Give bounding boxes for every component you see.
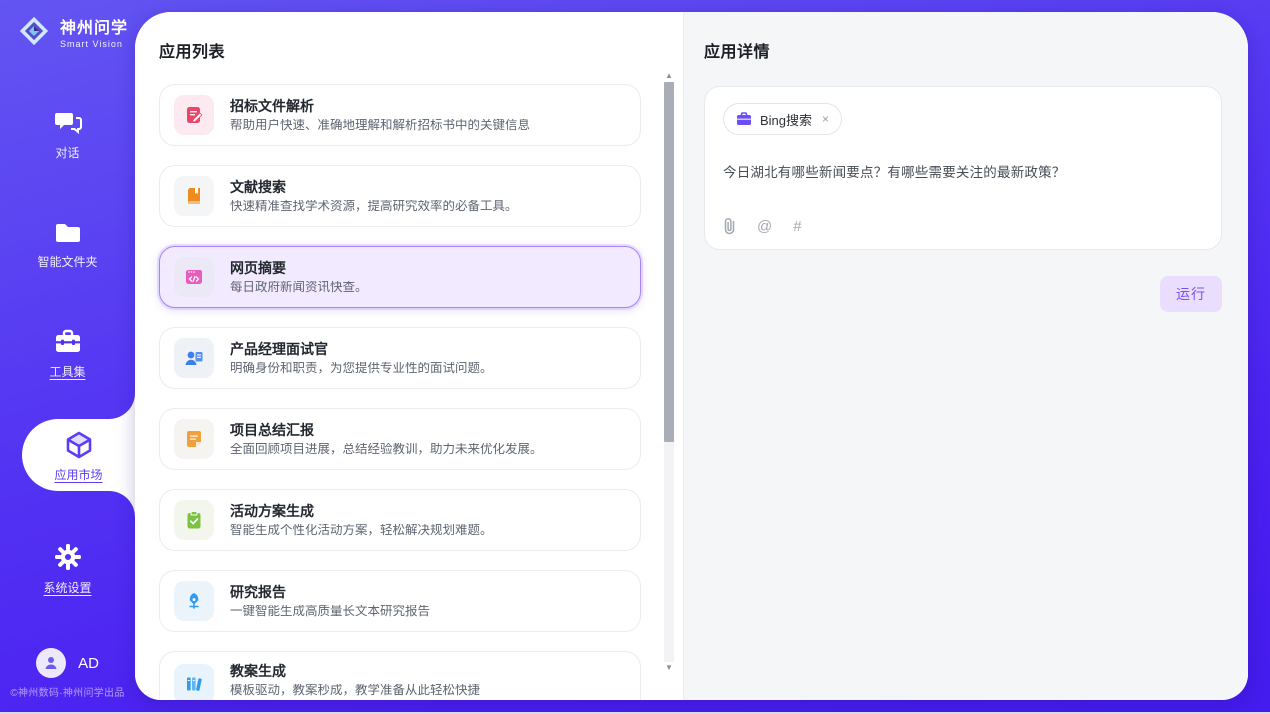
app-card-title: 活动方案生成 xyxy=(230,504,493,518)
scrollbar-up-icon[interactable]: ▲ xyxy=(663,70,675,82)
app-window: 神州问学 Smart Vision 对话 智能文件夹 xyxy=(0,0,1270,714)
list-scrollbar[interactable]: ▲ ▼ xyxy=(663,70,675,674)
gear-icon xyxy=(54,543,82,571)
app-card-title: 文献搜索 xyxy=(230,180,518,194)
app-card-desc: 全面回顾项目进展，总结经验教训，助力未来优化发展。 xyxy=(230,443,543,456)
hash-icon[interactable]: # xyxy=(793,218,801,235)
sidebar: 神州问学 Smart Vision 对话 智能文件夹 xyxy=(0,0,135,712)
scrollbar-thumb[interactable] xyxy=(664,82,674,442)
person-doc-icon xyxy=(174,338,214,378)
app-card-research-report[interactable]: 研究报告 一键智能生成高质量长文本研究报告 xyxy=(159,570,641,632)
user-name: AD xyxy=(78,655,99,672)
person-icon xyxy=(43,655,59,671)
chip-close-icon[interactable]: × xyxy=(822,112,829,126)
ink-pen-icon xyxy=(174,581,214,621)
app-card-event-plan[interactable]: 活动方案生成 智能生成个性化活动方案，轻松解决规划难题。 xyxy=(159,489,641,551)
app-list-title: 应用列表 xyxy=(159,38,641,62)
run-button[interactable]: 运行 xyxy=(1160,276,1222,312)
at-icon[interactable]: @ xyxy=(757,218,772,235)
bubble-notch-bottom xyxy=(109,491,135,517)
app-list-panel: 应用列表 招标文件解析 帮助用户快速、准确地理解和解析招标书中的关键信息 文献搜… xyxy=(135,12,683,700)
tool-chip-label: Bing搜索 xyxy=(760,110,812,129)
paperclip-icon[interactable] xyxy=(723,217,736,235)
sidebar-item-chat[interactable]: 对话 xyxy=(0,110,135,161)
app-card-bid-doc-parse[interactable]: 招标文件解析 帮助用户快速、准确地理解和解析招标书中的关键信息 xyxy=(159,84,641,146)
app-card-project-summary[interactable]: 项目总结汇报 全面回顾项目进展，总结经验教训，助力未来优化发展。 xyxy=(159,408,641,470)
chat-icon xyxy=(54,110,82,136)
sidebar-item-label: 应用市场 xyxy=(54,466,102,483)
copyright-footer: ©神州数码·神州问学出品 xyxy=(0,684,135,699)
cube-icon xyxy=(64,430,94,460)
app-card-desc: 模板驱动，教案秒成，教学准备从此轻松快捷 xyxy=(230,684,480,697)
sidebar-item-label: 工具集 xyxy=(49,363,85,380)
composer-toolbar: @ # xyxy=(723,217,802,235)
diamond-logo-icon xyxy=(16,13,52,49)
app-card-pm-interviewer[interactable]: 产品经理面试官 明确身份和职责，为您提供专业性的面试问题。 xyxy=(159,327,641,389)
toolbox-icon xyxy=(54,329,82,355)
doc-edit-icon xyxy=(174,95,214,135)
user-account[interactable]: AD xyxy=(0,648,135,678)
prompt-card: Bing搜索 × 今日湖北有哪些新闻要点？有哪些需要关注的最新政策？ @ # xyxy=(704,86,1222,250)
app-card-title: 网页摘要 xyxy=(230,261,368,275)
app-card-list: 招标文件解析 帮助用户快速、准确地理解和解析招标书中的关键信息 文献搜索 快速精… xyxy=(159,84,641,700)
sidebar-item-label: 系统设置 xyxy=(43,579,91,596)
app-card-title: 教案生成 xyxy=(230,664,480,678)
app-card-title: 项目总结汇报 xyxy=(230,423,543,437)
app-card-desc: 帮助用户快速、准确地理解和解析招标书中的关键信息 xyxy=(230,119,530,132)
app-card-web-summary[interactable]: 网页摘要 每日政府新闻资讯快查。 xyxy=(159,246,641,308)
note-icon xyxy=(174,419,214,459)
app-card-desc: 每日政府新闻资讯快查。 xyxy=(230,281,368,294)
sidebar-item-toolset[interactable]: 工具集 xyxy=(0,329,135,380)
app-card-desc: 一键智能生成高质量长文本研究报告 xyxy=(230,605,430,618)
main-content: 应用列表 招标文件解析 帮助用户快速、准确地理解和解析招标书中的关键信息 文献搜… xyxy=(135,12,1248,700)
app-card-title: 招标文件解析 xyxy=(230,99,530,113)
app-card-desc: 明确身份和职责，为您提供专业性的面试问题。 xyxy=(230,362,493,375)
app-detail-title: 应用详情 xyxy=(704,38,1222,62)
brand-subtitle: Smart Vision xyxy=(60,39,128,49)
scrollbar-down-icon[interactable]: ▼ xyxy=(663,662,675,674)
clipboard-check-icon xyxy=(174,500,214,540)
brand-logo: 神州问学 Smart Vision xyxy=(16,13,128,49)
briefcase-icon xyxy=(736,112,752,126)
prompt-question-text[interactable]: 今日湖北有哪些新闻要点？有哪些需要关注的最新政策？ xyxy=(723,161,1203,181)
bubble-notch-top xyxy=(109,393,135,419)
app-card-desc: 快速精准查找学术资源，提高研究效率的必备工具。 xyxy=(230,200,518,213)
book-icon xyxy=(174,176,214,216)
folder-icon xyxy=(54,221,82,245)
app-card-title: 研究报告 xyxy=(230,585,430,599)
app-card-title: 产品经理面试官 xyxy=(230,342,493,356)
app-card-literature-search[interactable]: 文献搜索 快速精准查找学术资源，提高研究效率的必备工具。 xyxy=(159,165,641,227)
app-detail-panel: 应用详情 Bing搜索 × 今日湖北有哪些新闻要点？有哪些需要关注的最新政策？ xyxy=(683,12,1248,700)
sidebar-item-app-market[interactable]: 应用市场 xyxy=(22,421,135,491)
books-icon xyxy=(174,664,214,700)
sidebar-item-label: 对话 xyxy=(55,144,79,161)
brand-title: 神州问学 xyxy=(60,14,128,38)
sidebar-item-settings[interactable]: 系统设置 xyxy=(0,543,135,596)
tool-chip-bing-search[interactable]: Bing搜索 × xyxy=(723,103,842,135)
browser-code-icon xyxy=(174,257,214,297)
app-card-lesson-plan[interactable]: 教案生成 模板驱动，教案秒成，教学准备从此轻松快捷 xyxy=(159,651,641,700)
sidebar-item-label: 智能文件夹 xyxy=(37,253,97,270)
app-card-desc: 智能生成个性化活动方案，轻松解决规划难题。 xyxy=(230,524,493,537)
sidebar-item-smart-folder[interactable]: 智能文件夹 xyxy=(0,221,135,270)
avatar xyxy=(36,648,66,678)
